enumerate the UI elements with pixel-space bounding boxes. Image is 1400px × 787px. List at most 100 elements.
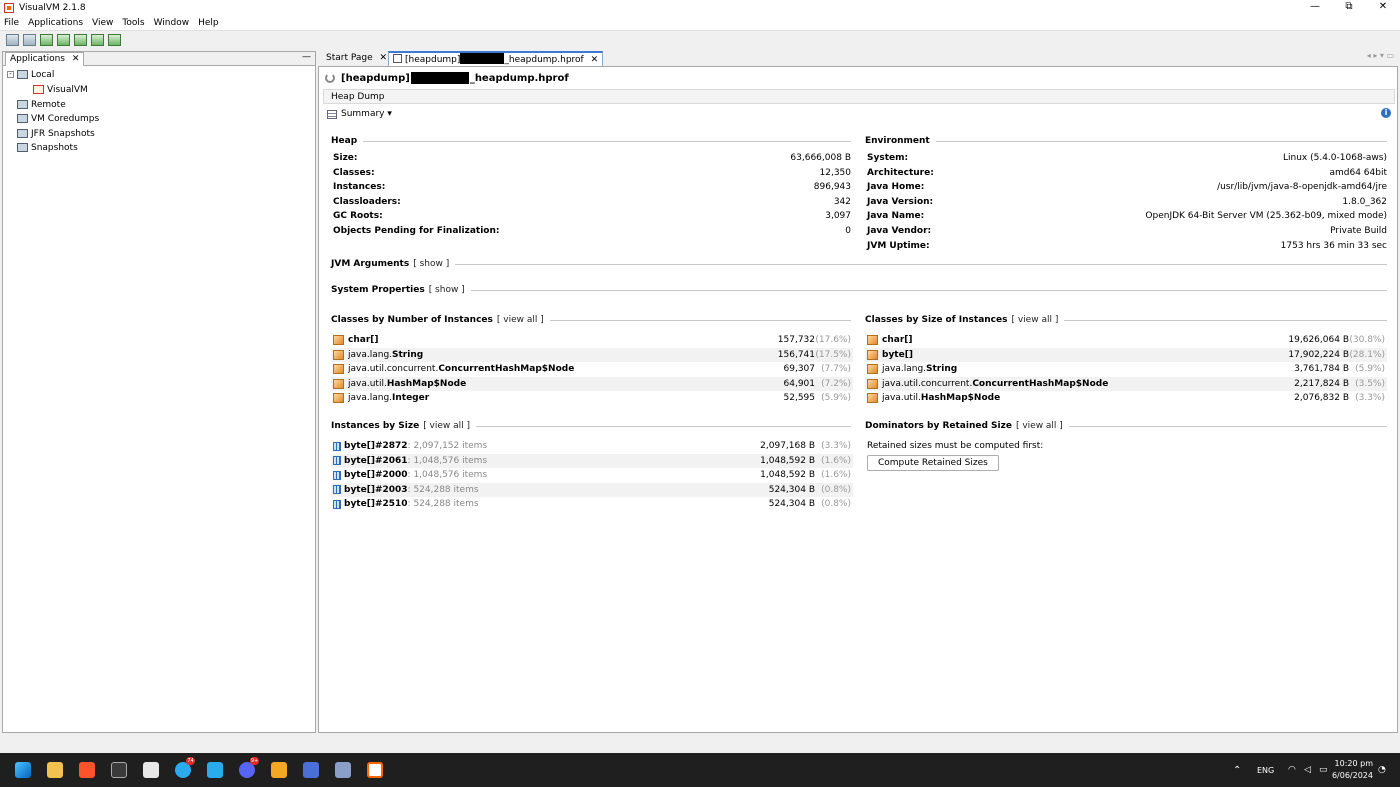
instance-size: 1,048,592 B	[760, 455, 815, 466]
tab-start-page[interactable]: Start Page ✕	[322, 51, 391, 66]
tree-node-local[interactable]: Local	[17, 68, 54, 81]
tab-applications[interactable]: Applications ✕	[5, 52, 85, 66]
menu-applications[interactable]: Applications	[28, 18, 83, 28]
clock-time[interactable]: 10:20 pm	[1331, 759, 1373, 768]
table-row[interactable]: java.util. HashMap$Node 64,901 (7.2%)	[331, 376, 853, 391]
table-row[interactable]: char[] 157,732 (17.6%)	[331, 333, 853, 347]
language-indicator[interactable]: ENG	[1257, 766, 1274, 775]
menu-help[interactable]: Help	[198, 18, 219, 28]
network-icon	[17, 100, 28, 109]
tree-node-remote[interactable]: Remote	[17, 98, 66, 111]
class-name: ConcurrentHashMap$Node	[972, 378, 1109, 389]
class-percent: (28.1%)	[1349, 349, 1385, 360]
table-row[interactable]: java.util.concurrent. ConcurrentHashMap$N…	[865, 376, 1387, 391]
heap-dump-icon[interactable]	[108, 34, 121, 46]
array-icon	[333, 441, 341, 451]
clock-date[interactable]: 6/06/2024	[1325, 771, 1373, 780]
class-value: 69,307	[783, 364, 816, 375]
restore-window-button[interactable]: ⧉	[1332, 0, 1366, 16]
heapdump-view: [heapdump] _heapdump.hprof Heap Dump Summ…	[318, 66, 1398, 733]
file-explorer-icon[interactable]	[47, 762, 63, 778]
tree-node-visualvm[interactable]: VisualVM	[33, 83, 88, 96]
class-percent: (3.5%)	[1355, 378, 1385, 389]
table-row[interactable]: byte[]#2872 : 2,097,152 items 2,097,168 B…	[331, 439, 853, 453]
summary-view-selector[interactable]: Summary ▾ i	[323, 107, 1395, 121]
table-row[interactable]: byte[]#2510 : 524,288 items 524,304 B (0.8…	[331, 497, 853, 511]
computer-icon	[17, 70, 28, 79]
table-row[interactable]: java.lang. Integer 52,595 (5.9%)	[331, 391, 853, 405]
instance-size: 2,097,168 B	[760, 441, 815, 451]
brave-browser-icon[interactable]	[79, 762, 95, 778]
table-row[interactable]: byte[]#2061 : 1,048,576 items 1,048,592 B…	[331, 453, 853, 468]
tray-overflow-icon[interactable]: ⌃	[1233, 765, 1241, 776]
notifications-icon[interactable]: ◔	[1378, 765, 1386, 775]
heap-row-value: 3,097	[825, 211, 851, 222]
instances-by-size-view-all-link[interactable]: [ view all ]	[423, 421, 470, 431]
terminal-icon[interactable]	[111, 762, 127, 778]
add-jmx-connection-icon[interactable]	[57, 34, 70, 46]
jvm-arguments-show-link[interactable]: [ show ]	[413, 259, 449, 269]
table-row[interactable]: java.util.concurrent. ConcurrentHashMap$N…	[331, 362, 853, 376]
tab-applications-label: Applications	[10, 54, 65, 64]
jvm-arguments-section: JVM Arguments[ show ]	[331, 259, 1387, 269]
close-icon[interactable]: ✕	[380, 53, 388, 63]
volume-icon[interactable]: ◁	[1304, 765, 1311, 775]
close-icon[interactable]: ✕	[72, 54, 80, 64]
class-name: char[]	[882, 335, 913, 345]
minimize-window-button[interactable]: —	[1298, 0, 1332, 16]
tree-node-jfr-snapshots[interactable]: JFR Snapshots	[17, 127, 95, 140]
save-icon[interactable]	[23, 34, 36, 46]
classes-by-size-view-all-link[interactable]: [ view all ]	[1011, 315, 1058, 325]
table-row[interactable]: char[] 19,626,064 B (30.8%)	[865, 333, 1387, 347]
add-coredump-icon[interactable]	[74, 34, 87, 46]
classes-by-number-view-all-link[interactable]: [ view all ]	[497, 315, 544, 325]
close-icon[interactable]: ✕	[591, 55, 599, 65]
table-row[interactable]: byte[] 17,902,224 B (28.1%)	[865, 347, 1387, 362]
heap-row: Classloaders: 342	[333, 195, 851, 209]
fox-app-icon[interactable]	[143, 762, 159, 778]
minimize-panel-icon[interactable]: —	[302, 52, 311, 62]
classes-by-number-title: Classes by Number of Instances	[331, 315, 493, 325]
load-snapshot-icon[interactable]	[6, 34, 19, 46]
menu-view[interactable]: View	[92, 18, 113, 28]
window-title: VisualVM 2.1.8	[19, 3, 86, 13]
wifi-icon[interactable]: ◠	[1288, 765, 1296, 775]
tree-node-snapshots[interactable]: Snapshots	[17, 141, 78, 154]
environment-row: Java Name: OpenJDK 64-Bit Server VM (25.3…	[867, 209, 1387, 223]
menu-bar: File Applications View Tools Window Help	[0, 16, 1400, 31]
menu-tools[interactable]: Tools	[122, 18, 144, 28]
table-row[interactable]: java.lang. String 156,741 (17.5%)	[331, 347, 853, 362]
start-menu-icon[interactable]	[15, 762, 31, 778]
app-icon[interactable]	[271, 762, 287, 778]
table-row[interactable]: byte[]#2003 : 524,288 items 524,304 B (0.8…	[331, 482, 853, 497]
classes-by-number-section: Classes by Number of Instances [ view all…	[331, 315, 851, 325]
menu-window[interactable]: Window	[154, 18, 190, 28]
info-icon[interactable]: i	[1381, 108, 1391, 118]
table-row[interactable]: byte[]#2000 : 1,048,576 items 1,048,592 B…	[331, 468, 853, 482]
tree-node-vm-coredumps[interactable]: VM Coredumps	[17, 112, 99, 125]
table-row[interactable]: java.lang. String 3,761,784 B (5.9%)	[865, 362, 1387, 376]
visualvm-taskbar-icon[interactable]	[367, 762, 383, 778]
environment-row: Architecture: amd64 64bit	[867, 166, 1387, 180]
class-icon	[867, 364, 878, 375]
tree-expander-icon[interactable]: -	[7, 71, 14, 78]
close-window-button[interactable]: ✕	[1366, 0, 1400, 16]
send-app-icon[interactable]	[207, 762, 223, 778]
tab-heapdump[interactable]: [heapdump] _heapdump.hprof ✕	[388, 51, 604, 66]
compute-retained-sizes-button[interactable]: Compute Retained Sizes	[867, 455, 999, 471]
tree-node-label: Remote	[31, 99, 66, 110]
table-row[interactable]: java.util. HashMap$Node 2,076,832 B (3.3%)	[865, 391, 1387, 405]
summary-dropdown-label[interactable]: Summary ▾	[341, 109, 392, 119]
class-percent: (17.6%)	[815, 335, 851, 345]
menu-file[interactable]: File	[4, 18, 19, 28]
tab-navigation-icons[interactable]: ◂ ▸ ▾ ▭	[1367, 51, 1394, 60]
toolbar	[0, 31, 1400, 49]
vscode-icon[interactable]	[303, 762, 319, 778]
network-tool-icon[interactable]	[335, 762, 351, 778]
heap-row-label: Classes:	[333, 167, 375, 178]
system-properties-show-link[interactable]: [ show ]	[429, 285, 465, 295]
add-remote-host-icon[interactable]	[40, 34, 53, 46]
instance-size: 524,304 B	[768, 499, 815, 510]
class-name: HashMap$Node	[386, 378, 467, 389]
add-jfr-snapshot-icon[interactable]	[91, 34, 104, 46]
